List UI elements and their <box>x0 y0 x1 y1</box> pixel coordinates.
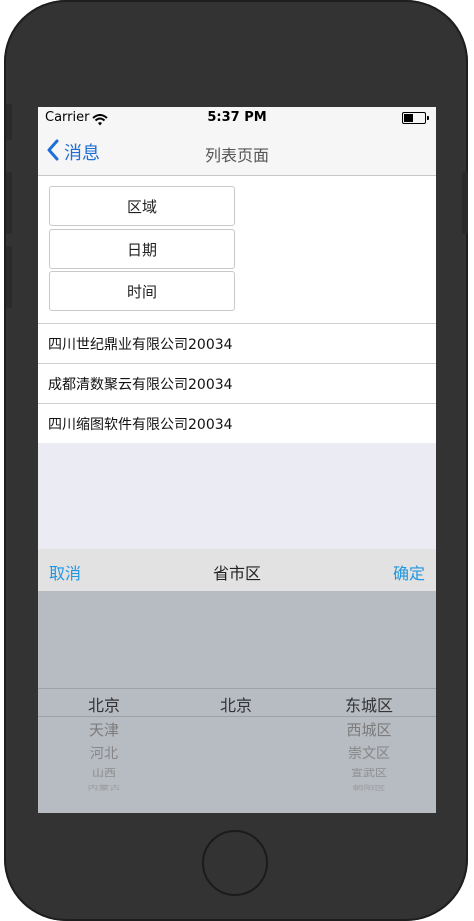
picker-option[interactable]: 山西 <box>38 765 170 779</box>
power-button <box>462 172 468 234</box>
list-item[interactable]: 成都清数聚云有限公司20034 <box>38 363 436 403</box>
picker-option[interactable]: 北京 <box>170 692 302 716</box>
picker-toolbar: 取消 省市区 确定 <box>38 549 436 591</box>
screen: Carrier 5:37 PM 消息 列表页面 区域 日期 时间 四川世纪鼎业有 <box>38 107 436 813</box>
picker-option[interactable]: 朝阳区 <box>302 784 436 793</box>
list-item[interactable]: 四川世纪鼎业有限公司20034 <box>38 323 436 363</box>
region-picker: 北京 天津 河北 山西 内蒙古 北京 东城区 西城区 崇文区 宣武区 朝阳区 <box>38 591 436 813</box>
picker-option[interactable]: 内蒙古 <box>38 784 170 793</box>
time-button[interactable]: 时间 <box>49 271 235 311</box>
picker-option[interactable]: 河北 <box>38 743 170 763</box>
volume-down-button <box>6 246 12 308</box>
picker-option[interactable]: 北京 <box>38 692 170 716</box>
date-button[interactable]: 日期 <box>49 229 235 269</box>
picker-title: 省市区 <box>212 564 261 583</box>
region-button[interactable]: 区域 <box>49 186 235 226</box>
province-column[interactable]: 北京 天津 河北 山西 内蒙古 <box>38 591 170 813</box>
status-time: 5:37 PM <box>207 110 267 125</box>
home-button[interactable] <box>202 830 268 896</box>
district-column[interactable]: 东城区 西城区 崇文区 宣武区 朝阳区 <box>302 591 436 813</box>
company-list: 四川世纪鼎业有限公司20034 成都清数聚云有限公司20034 四川缩图软件有限… <box>38 323 436 443</box>
picker-option[interactable]: 宣武区 <box>302 765 436 779</box>
page-title: 列表页面 <box>204 146 269 165</box>
city-column[interactable]: 北京 <box>170 591 302 813</box>
picker-option[interactable]: 天津 <box>38 719 170 740</box>
navigation-bar: 消息 列表页面 <box>38 129 436 176</box>
confirm-button[interactable]: 确定 <box>393 560 425 584</box>
picker-option[interactable]: 东城区 <box>302 692 436 716</box>
silent-switch <box>6 104 12 140</box>
list-item[interactable]: 四川缩图软件有限公司20034 <box>38 403 436 443</box>
battery-icon <box>402 112 429 124</box>
picker-option[interactable]: 崇文区 <box>302 743 436 763</box>
volume-up-button <box>6 172 12 234</box>
picker-option[interactable]: 西城区 <box>302 719 436 740</box>
empty-background <box>38 443 436 549</box>
status-bar: Carrier 5:37 PM <box>38 107 436 129</box>
